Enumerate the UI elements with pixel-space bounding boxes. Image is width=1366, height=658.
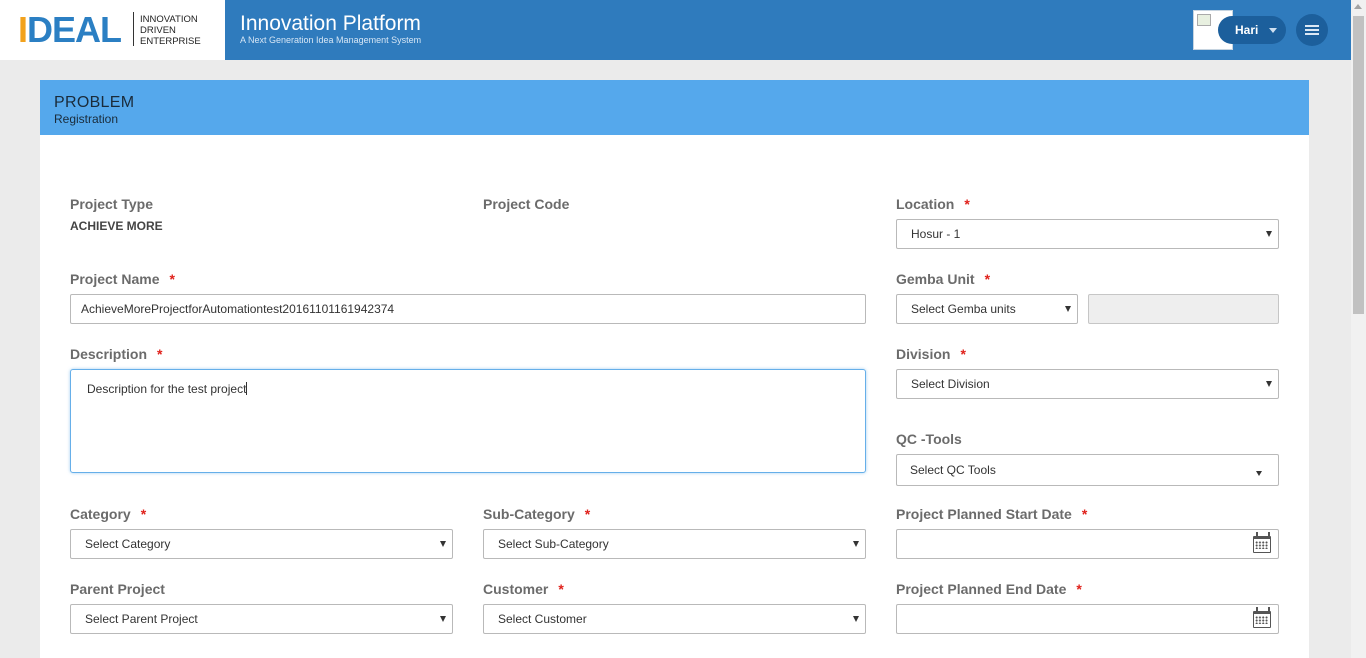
qc-tools-label: QC -Tools [896,431,962,447]
project-name-label: Project Name * [70,271,175,287]
required-marker: * [558,581,564,597]
app-title: Innovation Platform [240,12,421,35]
panel-header: PROBLEM Registration [40,80,1309,135]
project-type-value: ACHIEVE MORE [70,219,163,233]
required-marker: * [964,196,970,212]
qc-tools-select[interactable]: Select QC Tools [896,454,1279,486]
division-selected: Select Division [911,377,990,391]
logo-tagline: INNOVATION DRIVEN ENTERPRISE [140,14,220,47]
required-marker: * [584,506,591,522]
customer-label: Customer * [483,581,564,597]
description-value: Description for the test project [87,382,247,396]
gemba-unit-readonly-field [1088,294,1279,324]
user-menu-button[interactable]: Hari [1218,16,1286,44]
parent-project-select[interactable]: Select Parent Project [70,604,453,634]
chevron-down-icon [1266,381,1272,387]
location-select[interactable]: Hosur - 1 [896,219,1279,249]
panel-subtitle: Registration [54,112,119,126]
panel-title: PROBLEM [54,94,135,111]
chevron-down-icon [853,541,859,547]
division-label: Division * [896,346,966,362]
app-subtitle: A Next Generation Idea Management System [240,35,422,45]
calendar-icon[interactable] [1253,532,1271,553]
project-code-label: Project Code [483,196,570,212]
logo-tagline-line: ENTERPRISE [140,36,201,47]
project-name-input[interactable]: AchieveMoreProjectforAutomationtest20161… [70,294,866,324]
chevron-down-icon [440,541,446,547]
user-name: Hari [1235,23,1259,37]
scroll-thumb[interactable] [1353,16,1364,314]
parent-project-selected: Select Parent Project [85,612,198,626]
menu-icon-bar [1305,25,1319,27]
top-header: IDEAL INNOVATION DRIVEN ENTERPRISE Innov… [0,0,1351,60]
required-marker: * [140,506,147,522]
description-textarea[interactable]: Description for the test project [70,369,866,473]
required-marker: * [157,346,163,362]
sub-category-label: Sub-Category * [483,506,591,522]
chevron-down-icon [1269,28,1277,33]
sub-category-select[interactable]: Select Sub-Category [483,529,866,559]
chevron-down-icon [1065,306,1071,312]
category-label: Category * [70,506,147,522]
chevron-down-icon [440,616,446,622]
chevron-down-icon [1266,231,1272,237]
chevron-down-icon [853,616,859,622]
menu-icon-bar [1305,33,1319,35]
logo-tagline-line: DRIVEN [140,25,176,36]
sub-category-selected: Select Sub-Category [498,537,609,551]
logo-divider [133,12,134,46]
logo[interactable]: IDEAL INNOVATION DRIVEN ENTERPRISE [0,0,225,60]
location-label: Location * [896,196,970,212]
required-marker: * [1081,506,1088,522]
chevron-down-icon [1256,471,1262,476]
menu-icon-bar [1305,29,1319,31]
required-marker: * [984,271,991,287]
location-selected: Hosur - 1 [911,227,961,241]
description-label: Description * [70,346,163,362]
planned-end-label: Project Planned End Date * [896,581,1082,597]
planned-start-date-input[interactable] [896,529,1279,559]
category-select[interactable]: Select Category [70,529,453,559]
qc-tools-selected: Select QC Tools [910,463,996,477]
parent-project-label: Parent Project [70,581,165,597]
project-type-label: Project Type [70,196,153,212]
registration-panel: PROBLEM Registration Project Type ACHIEV… [40,80,1309,658]
customer-selected: Select Customer [498,612,587,626]
scroll-up-arrow-icon[interactable] [1354,4,1362,9]
customer-select[interactable]: Select Customer [483,604,866,634]
logo-tagline-line: INNOVATION [140,14,198,25]
division-select[interactable]: Select Division [896,369,1279,399]
logo-wordmark: DEAL [27,9,122,50]
logo-letter-i: I [18,9,28,50]
project-name-value: AchieveMoreProjectforAutomationtest20161… [81,302,395,316]
text-cursor [246,382,248,395]
required-marker: * [169,271,175,287]
menu-icon[interactable] [1296,14,1328,46]
required-marker: * [1076,581,1082,597]
required-marker: * [960,346,966,362]
planned-end-date-input[interactable] [896,604,1279,634]
gemba-unit-select[interactable]: Select Gemba units [896,294,1078,324]
calendar-icon[interactable] [1253,607,1271,628]
page-scrollbar[interactable] [1351,0,1366,658]
gemba-unit-label: Gemba Unit * [896,271,991,287]
planned-start-label: Project Planned Start Date * [896,506,1088,522]
category-selected: Select Category [85,537,171,551]
gemba-unit-selected: Select Gemba units [911,302,1016,316]
